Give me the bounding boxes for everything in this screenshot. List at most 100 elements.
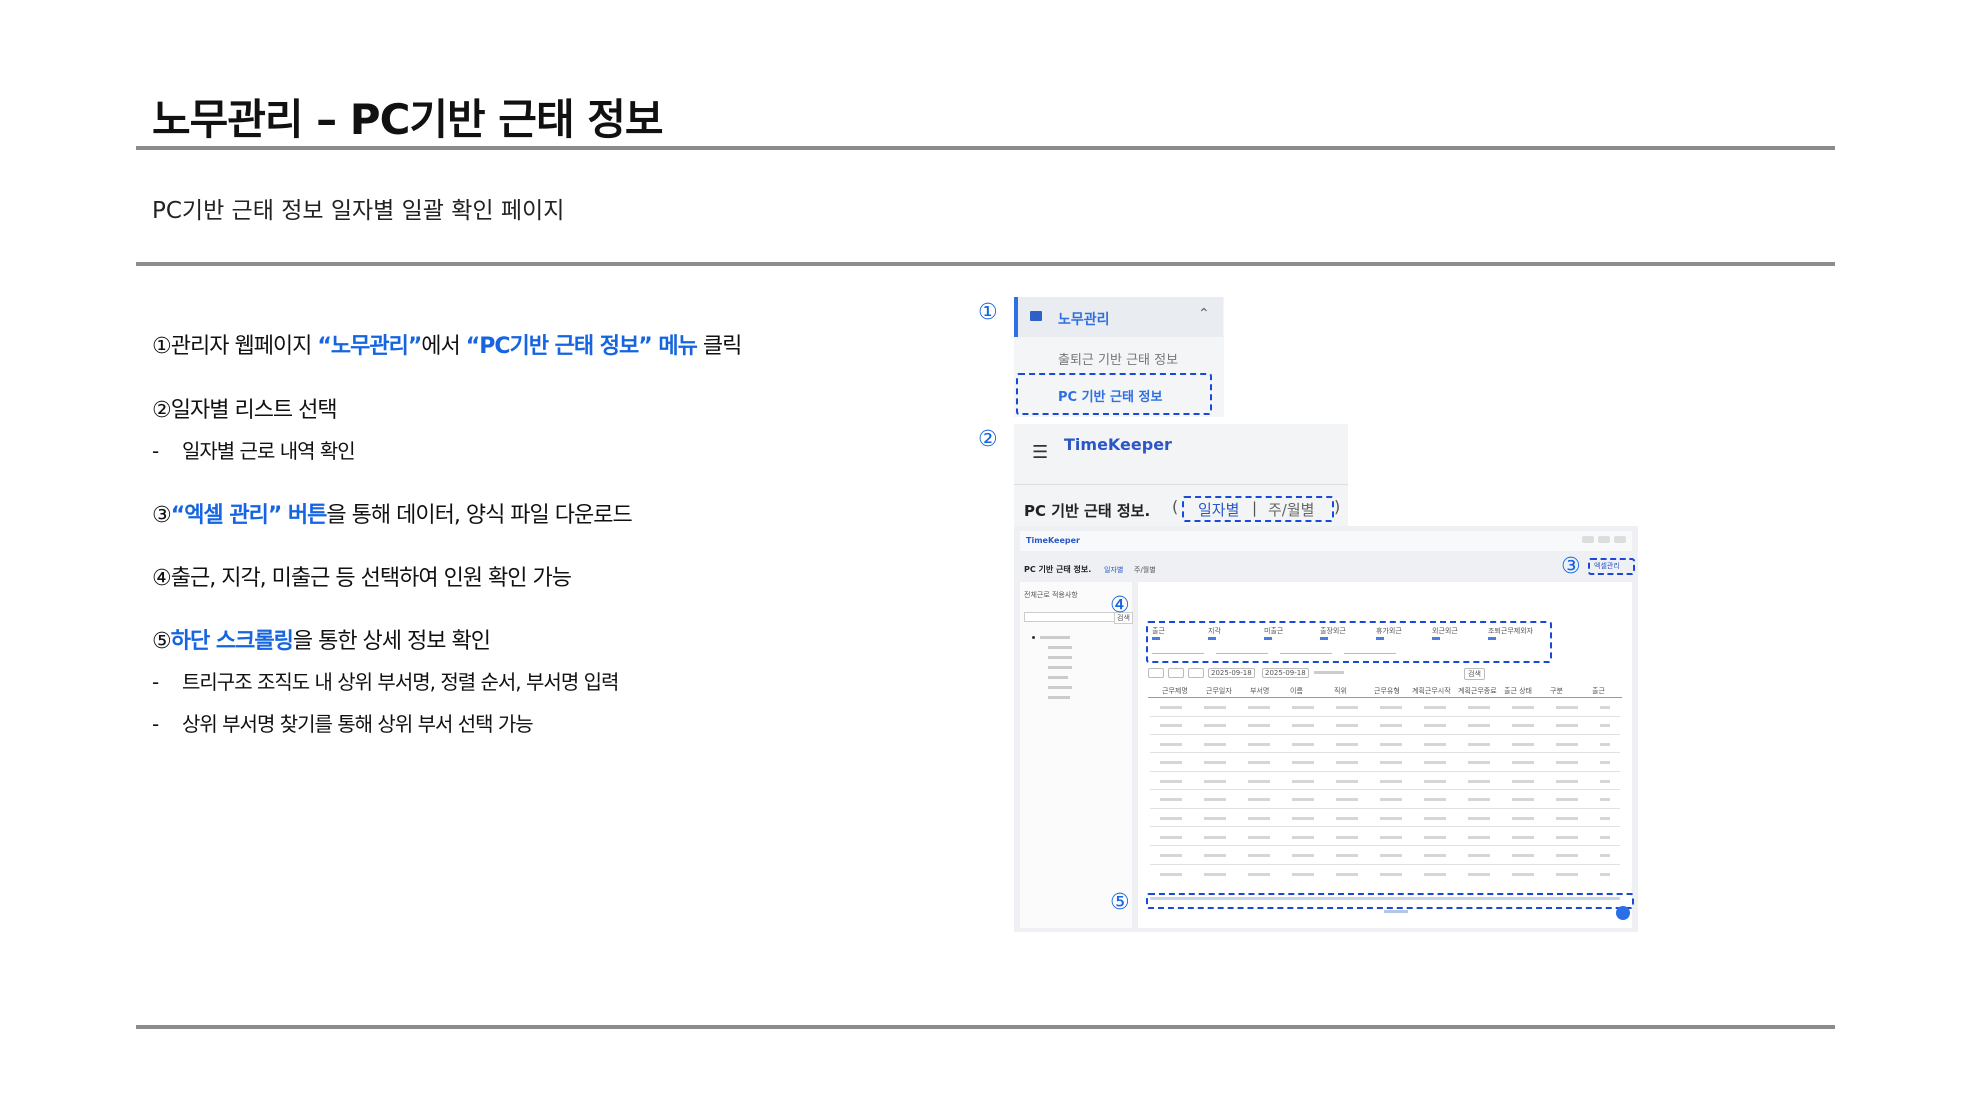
step-3: ③“엑셀 관리” 버튼을 통해 데이터, 양식 파일 다운로드 <box>152 503 633 528</box>
mini-tab-weekly[interactable]: 주/월별 <box>1134 565 1156 575</box>
col-plan-start: 계획근무시작 <box>1412 687 1451 695</box>
tree-node-5[interactable] <box>1048 686 1072 689</box>
title-divider <box>136 146 1835 150</box>
step-4: ④출근, 지각, 미출근 등 선택하여 인원 확인 가능 <box>152 566 572 591</box>
date-btn-next[interactable] <box>1188 668 1204 678</box>
step-1: ①관리자 웹페이지 “노무관리”에서 “PC기반 근태 정보” 메뉴 클릭 <box>152 334 742 359</box>
col-work-system: 근무제명 <box>1162 687 1188 695</box>
filter-select-4[interactable] <box>1344 648 1396 654</box>
col-checkin: 출근 <box>1592 687 1605 695</box>
chevron-up-icon[interactable]: ⌃ <box>1198 306 1210 322</box>
date-btn-today[interactable] <box>1148 668 1164 678</box>
paren-open: ( <box>1172 497 1179 516</box>
menu-header[interactable] <box>1014 297 1223 337</box>
filter-select-3[interactable] <box>1280 648 1332 654</box>
mini-app-name: TimeKeeper <box>1026 536 1080 545</box>
table-row[interactable] <box>1160 724 1610 727</box>
tree-node-6[interactable] <box>1048 696 1070 699</box>
tree-node-root[interactable] <box>1040 636 1070 639</box>
tab-separator: | <box>1252 499 1258 517</box>
filter-vacation[interactable]: 휴가외근 <box>1376 626 1402 636</box>
page-subtitle: PC기반 근태 정보 일자별 일괄 확인 페이지 <box>152 198 565 224</box>
date-from-input[interactable]: 2025-09-18 <box>1208 668 1255 678</box>
tree-sidebar <box>1020 582 1132 928</box>
marker-4: ④ <box>1110 593 1130 618</box>
filter-outside-work[interactable]: 외근외근 <box>1432 626 1458 636</box>
row-divider <box>1150 864 1620 865</box>
date-to-input[interactable]: 2025-09-18 <box>1262 668 1309 678</box>
col-work-type: 근무유형 <box>1374 687 1400 695</box>
table-row[interactable] <box>1160 817 1610 820</box>
tree-root-icon <box>1032 636 1035 639</box>
row-divider <box>1150 752 1620 753</box>
paren-close: ) <box>1334 497 1341 516</box>
filter-select-1[interactable] <box>1152 648 1204 654</box>
marker-2: ② <box>978 427 998 452</box>
col-department: 부서명 <box>1250 687 1270 695</box>
filter-select-2[interactable] <box>1216 648 1268 654</box>
menu-item-pc-attendance[interactable]: PC 기반 근태 정보 <box>1058 386 1162 405</box>
table-row[interactable] <box>1160 854 1610 857</box>
tree-node-2[interactable] <box>1048 656 1072 659</box>
col-name: 이름 <box>1290 687 1303 695</box>
table-row[interactable] <box>1160 873 1610 876</box>
menu-label[interactable]: 노무관리 <box>1058 309 1110 329</box>
pagination[interactable] <box>1384 910 1408 913</box>
tree-node-4[interactable] <box>1048 676 1068 679</box>
excel-button[interactable]: 엑셀관리 <box>1594 561 1620 571</box>
table-row[interactable] <box>1160 706 1610 709</box>
tab-daily[interactable]: 일자별 <box>1198 499 1239 520</box>
mini-top-btn-3[interactable] <box>1614 536 1626 543</box>
row-divider <box>1150 734 1620 735</box>
step-5-sub-2: - 상위 부서명 찾기를 통해 상위 부서 선택 가능 <box>152 712 534 736</box>
filter-late[interactable]: 지각 <box>1208 626 1221 636</box>
tree-label: 전체근로 적용사항 <box>1024 591 1078 599</box>
row-divider <box>1150 789 1620 790</box>
row-divider <box>1150 808 1620 809</box>
filter-count-4 <box>1320 637 1328 640</box>
mini-topbar <box>1020 531 1632 551</box>
filter-count-2 <box>1208 637 1216 640</box>
row-divider <box>1150 845 1620 846</box>
row-divider <box>1150 771 1620 772</box>
row-divider <box>1150 716 1620 717</box>
step-2: ②일자별 리스트 선택 <box>152 398 338 423</box>
highlight-scroll <box>1146 893 1634 909</box>
step-5-sub-1: - 트리구조 조직도 내 상위 부서명, 정렬 순서, 부서명 입력 <box>152 670 619 694</box>
mini-tab-daily[interactable]: 일자별 <box>1104 565 1123 575</box>
mini-top-btn-2[interactable] <box>1598 536 1610 543</box>
table-row[interactable] <box>1160 761 1610 764</box>
filter-count-5 <box>1376 637 1384 640</box>
mini-page-title: PC 기반 근태 정보. <box>1024 565 1092 574</box>
main-search-button[interactable]: 검색 <box>1464 668 1485 680</box>
filter-absent[interactable]: 미출근 <box>1264 626 1283 636</box>
footer-divider <box>136 1025 1835 1029</box>
tree-node-3[interactable] <box>1048 666 1072 669</box>
tab-weekly[interactable]: 주/월별 <box>1268 499 1314 520</box>
col-plan-end: 계획근무종료 <box>1458 687 1497 695</box>
filter-checkin[interactable]: 출근 <box>1152 626 1165 636</box>
chat-icon[interactable] <box>1616 906 1630 920</box>
filter-count-3 <box>1264 637 1272 640</box>
table-row[interactable] <box>1160 780 1610 783</box>
step-2-sub-1: - 일자별 근로 내역 확인 <box>152 439 356 463</box>
mini-top-btn-1[interactable] <box>1582 536 1594 543</box>
hamburger-icon[interactable]: ☰ <box>1032 442 1048 463</box>
table-row[interactable] <box>1160 798 1610 801</box>
table-row[interactable] <box>1160 743 1610 746</box>
date-btn-prev[interactable] <box>1168 668 1184 678</box>
tree-node-1[interactable] <box>1048 646 1072 649</box>
table-row[interactable] <box>1160 836 1610 839</box>
menu-item-attendance[interactable]: 출퇴근 기반 근태 정보 <box>1058 349 1178 368</box>
date-select[interactable] <box>1314 671 1344 674</box>
horizontal-scrollbar[interactable] <box>1150 897 1620 900</box>
filter-business-trip[interactable]: 출장외근 <box>1320 626 1346 636</box>
filter-early-leave[interactable]: 조퇴근무제외자 <box>1488 626 1533 636</box>
filter-count-7 <box>1488 637 1496 640</box>
header-divider <box>1014 484 1348 485</box>
marker-5: ⑤ <box>1110 890 1130 915</box>
table-header-line <box>1148 697 1622 698</box>
marker-3: ③ <box>1561 554 1581 579</box>
subtitle-divider <box>136 262 1835 266</box>
screen-title: PC 기반 근태 정보. <box>1024 502 1151 520</box>
